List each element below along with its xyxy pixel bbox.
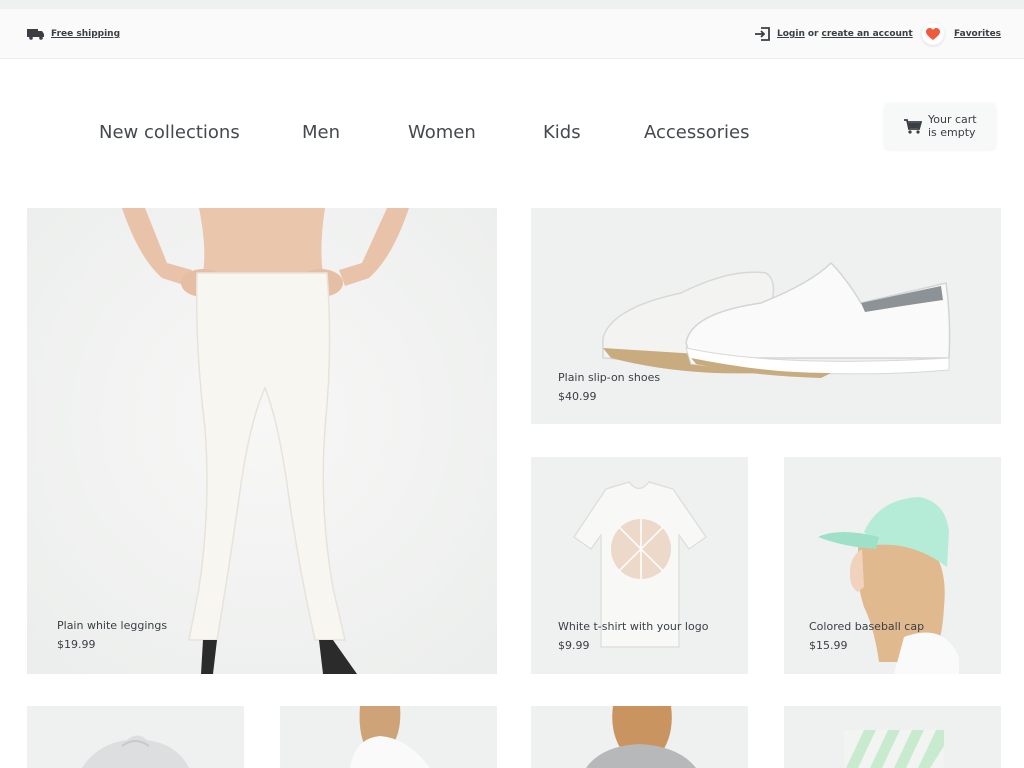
product-card-sweater[interactable] <box>531 706 748 768</box>
hoodie-image <box>82 735 189 768</box>
product-name[interactable]: White t-shirt with your logo <box>558 620 708 633</box>
heart-icon <box>926 27 940 40</box>
favorites-label[interactable]: Favorites <box>954 29 1001 39</box>
create-account-link[interactable]: create an account <box>821 29 912 39</box>
login-link[interactable]: Login <box>777 29 805 39</box>
nav-accessories[interactable]: Accessories <box>644 118 750 146</box>
nav-new-collections[interactable]: New collections <box>99 118 240 146</box>
free-shipping-label[interactable]: Free shipping <box>51 29 120 39</box>
product-price: $9.99 <box>558 639 590 652</box>
or-text: or <box>807 29 819 39</box>
product-price: $40.99 <box>558 390 597 403</box>
login-icon <box>755 27 770 41</box>
account-links: Login or create an account <box>754 9 913 59</box>
striped-image <box>844 730 944 768</box>
top-image <box>350 706 430 768</box>
nav-women[interactable]: Women <box>408 118 476 146</box>
product-price: $19.99 <box>57 638 96 651</box>
free-shipping[interactable]: Free shipping <box>27 9 120 59</box>
product-card-tshirt[interactable]: White t-shirt with your logo $9.99 <box>531 457 748 674</box>
truck-icon <box>27 28 44 40</box>
cart-status-line1: Your cart <box>928 113 977 126</box>
product-name[interactable]: Plain slip-on shoes <box>558 371 660 384</box>
nav-kids[interactable]: Kids <box>543 118 581 146</box>
product-card-cap[interactable]: Colored baseball cap $15.99 <box>784 457 1001 674</box>
product-name[interactable]: Plain white leggings <box>57 619 167 632</box>
product-card-hoodie[interactable] <box>27 706 244 768</box>
shoes-image <box>602 261 951 378</box>
cart-button[interactable]: Your cart is empty <box>884 103 996 149</box>
sweater-image <box>586 706 696 768</box>
product-card-leggings[interactable]: Plain white leggings $19.99 <box>27 208 497 674</box>
product-price: $15.99 <box>809 639 848 652</box>
cart-icon <box>904 118 922 134</box>
top-band <box>0 0 1024 9</box>
nav-men[interactable]: Men <box>302 118 340 146</box>
top-bar: Free shipping Login or create an account… <box>0 9 1024 59</box>
cart-status: Your cart is empty <box>928 113 977 139</box>
product-card-shoes[interactable]: Plain slip-on shoes $40.99 <box>531 208 1001 424</box>
product-card-striped[interactable] <box>784 706 1001 768</box>
cart-status-line2: is empty <box>928 126 976 139</box>
product-card-top[interactable] <box>280 706 497 768</box>
leggings-image <box>27 208 497 674</box>
product-name[interactable]: Colored baseball cap <box>809 620 924 633</box>
favorites[interactable]: Favorites <box>922 9 1001 59</box>
heart-badge <box>922 23 944 45</box>
